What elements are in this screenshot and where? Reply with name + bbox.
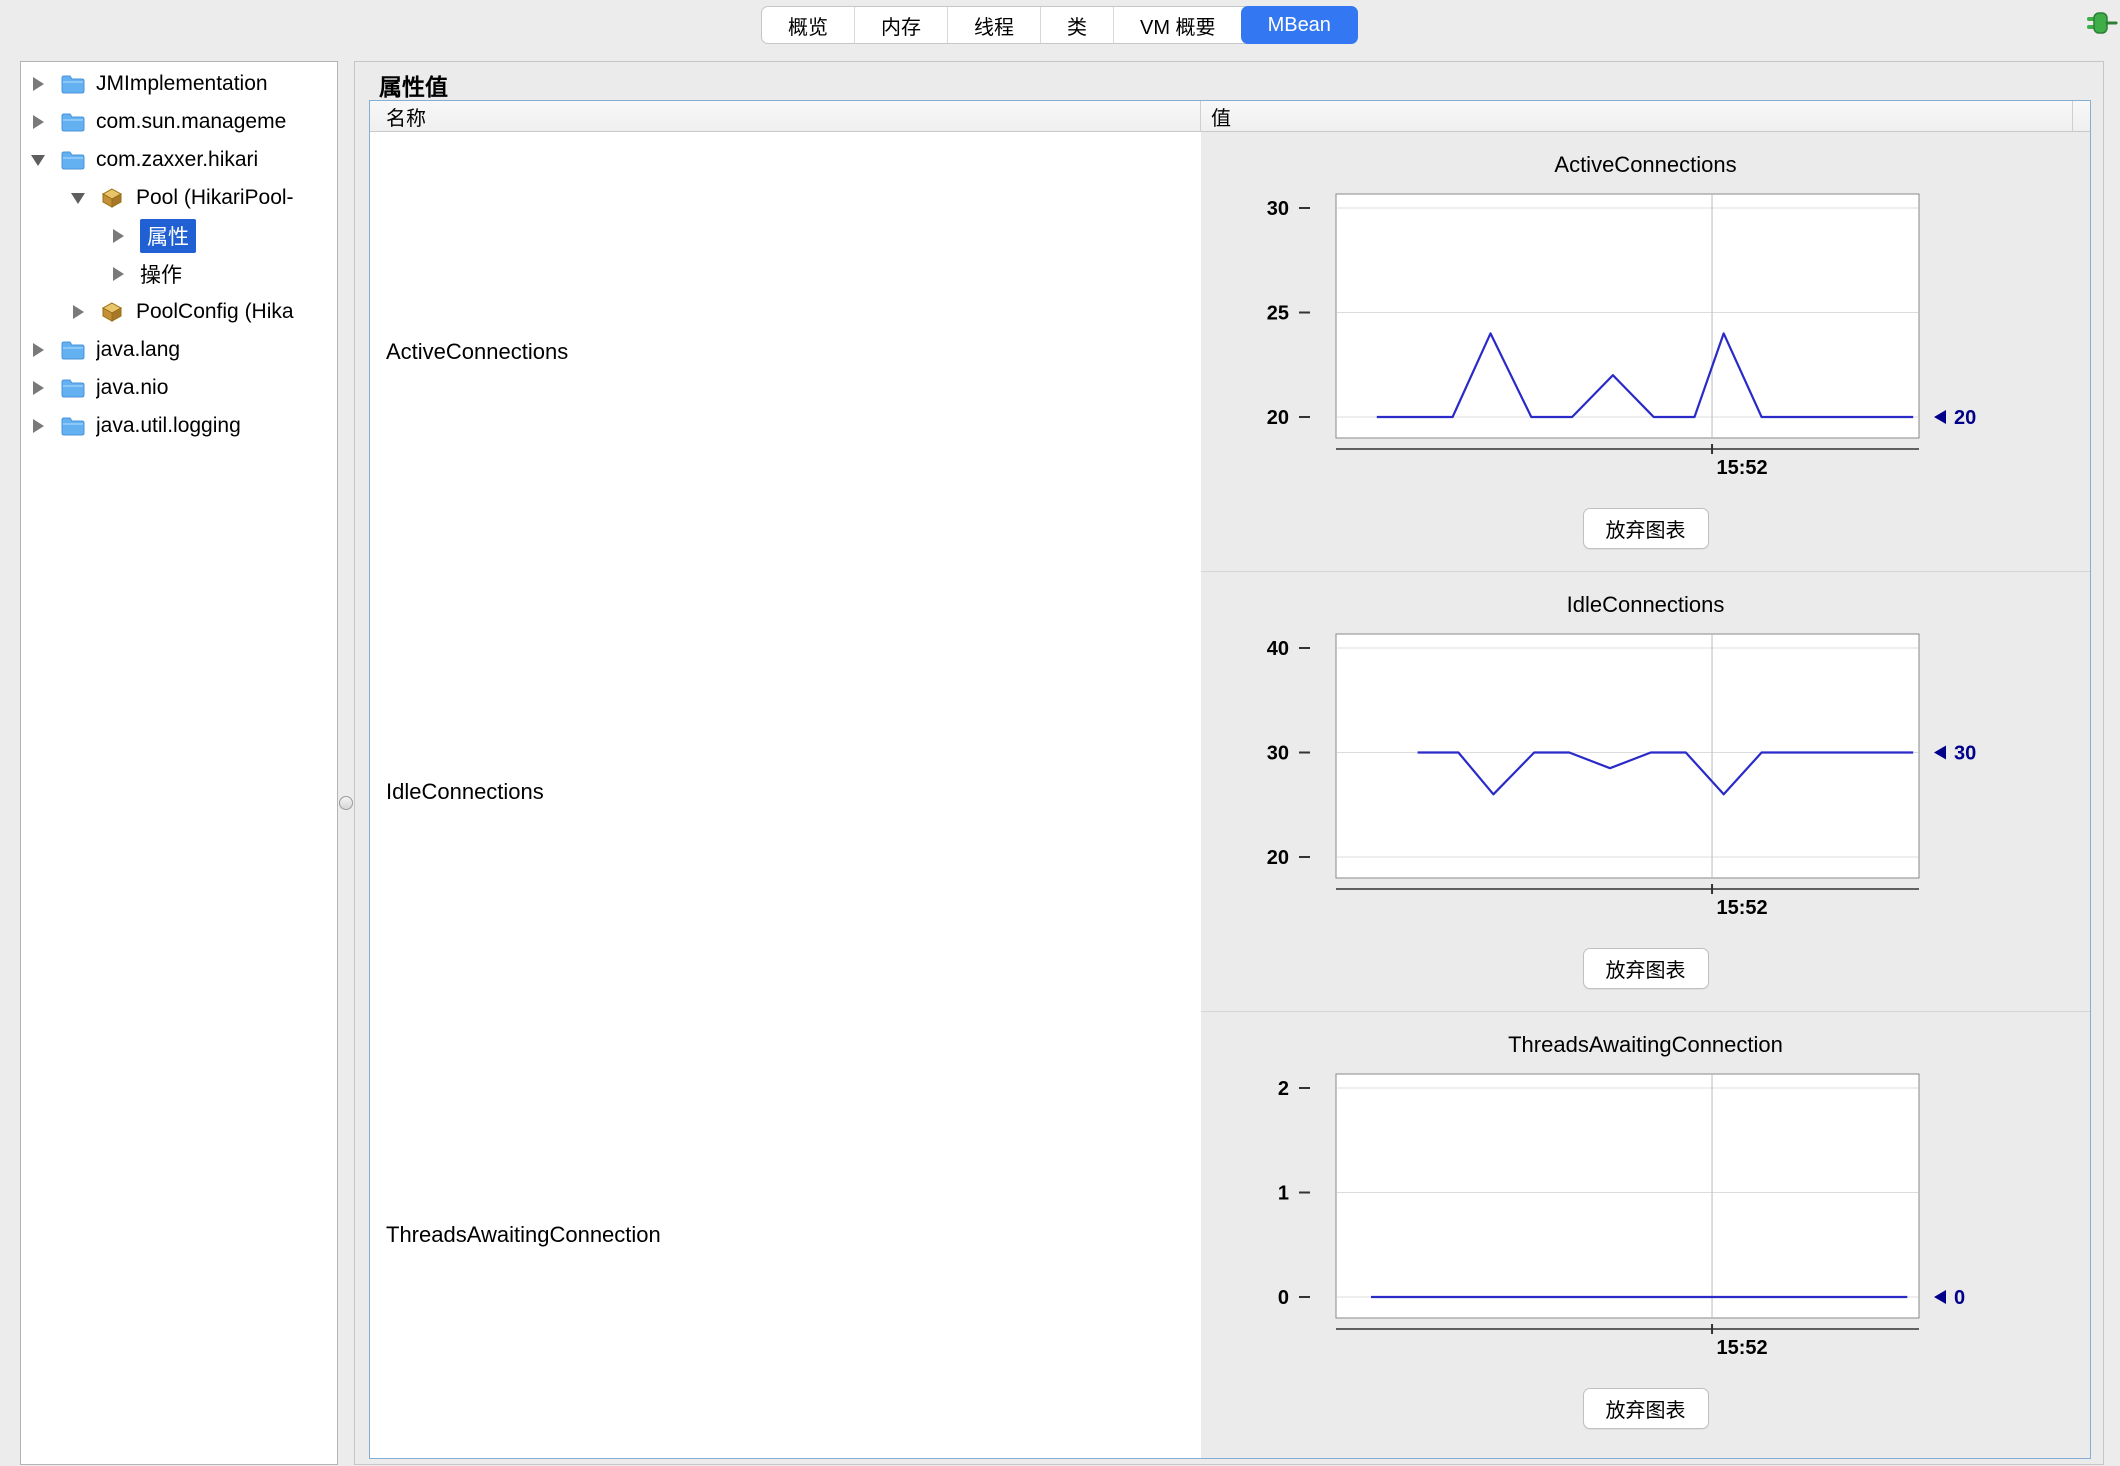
chevron-right-icon[interactable] [26, 115, 50, 129]
chevron-down-icon[interactable] [66, 193, 90, 204]
chevron-right-icon[interactable] [26, 381, 50, 395]
mbean-icon [100, 300, 127, 324]
folder-icon [60, 73, 87, 95]
tree-item-label: JMImplementation [96, 72, 268, 96]
tree-item-label: java.nio [96, 376, 168, 400]
tree-item-label: java.util.logging [96, 414, 241, 438]
tree-item-poolconfig[interactable]: PoolConfig (Hika [21, 293, 337, 331]
column-header-name: 名称 [370, 101, 1201, 131]
tab-classes[interactable]: 类 [1040, 7, 1113, 43]
chevron-down-icon[interactable] [26, 155, 50, 166]
attribute-name-cell[interactable]: IdleConnections [370, 572, 1201, 1012]
table-row-idleconnections: IdleConnections IdleConnections 40 30 20 15… [370, 572, 2090, 1012]
svg-text:2: 2 [1277, 1078, 1288, 1100]
folder-icon [60, 377, 87, 399]
discard-chart-button[interactable]: 放弃图表 [1583, 1388, 1709, 1429]
svg-text:0: 0 [1277, 1287, 1288, 1309]
connection-plug-icon [2084, 6, 2118, 40]
tree-item-label: com.sun.manageme [96, 110, 286, 134]
tree-item-label: com.zaxxer.hikari [96, 148, 258, 172]
tree-item-jmimplementation[interactable]: JMImplementation [21, 65, 337, 103]
chevron-right-icon[interactable] [106, 229, 130, 243]
svg-text:1: 1 [1277, 1183, 1288, 1205]
tab-bar: 概览 内存 线程 类 VM 概要 MBean [761, 6, 1358, 44]
svg-text:25: 25 [1266, 303, 1288, 325]
svg-text:30: 30 [1266, 198, 1288, 220]
tree-item-label: java.lang [96, 338, 180, 362]
attribute-value-cell[interactable]: ActiveConnections 30 25 20 15:52 20 放弃图表 [1201, 132, 2090, 572]
panel-title: 属性值 [379, 68, 448, 102]
tree-item-operations[interactable]: 操作 [21, 255, 337, 293]
svg-text:30: 30 [1954, 743, 1976, 765]
chart-title: ActiveConnections [1554, 148, 1736, 182]
column-header-tail [2073, 101, 2090, 131]
svg-text:30: 30 [1266, 743, 1288, 765]
mbean-tree: JMImplementation com.sun.manageme com.za… [20, 61, 338, 1465]
tab-vm-summary[interactable]: VM 概要 [1113, 7, 1242, 43]
svg-text:0: 0 [1954, 1287, 1965, 1309]
tab-mbean[interactable]: MBean [1241, 6, 1358, 44]
attribute-value-cell[interactable]: IdleConnections 40 30 20 15:52 30 放弃图表 [1201, 572, 2090, 1012]
chart-threadsawaitingconnection: 2 1 0 15:52 0 [1246, 1066, 2046, 1366]
folder-icon [60, 415, 87, 437]
discard-chart-button[interactable]: 放弃图表 [1583, 948, 1709, 989]
chevron-right-icon[interactable] [26, 77, 50, 91]
tree-item-label-selected: 属性 [140, 219, 196, 253]
tree-item-java-lang[interactable]: java.lang [21, 331, 337, 369]
chart-activeconnections: 30 25 20 15:52 20 [1246, 186, 2046, 486]
svg-text:20: 20 [1954, 407, 1976, 429]
svg-text:20: 20 [1266, 407, 1288, 429]
attribute-name-cell[interactable]: ThreadsAwaitingConnection [370, 1012, 1201, 1458]
attribute-name-cell[interactable]: ActiveConnections [370, 132, 1201, 572]
tree-item-java-nio[interactable]: java.nio [21, 369, 337, 407]
attributes-panel: 属性值 名称 值 ActiveConnections ActiveConnect… [354, 61, 2104, 1465]
table-body: ActiveConnections ActiveConnections 30 25… [370, 132, 2090, 1458]
chart-title: ThreadsAwaitingConnection [1508, 1028, 1783, 1062]
chevron-right-icon[interactable] [66, 305, 90, 319]
chevron-right-icon[interactable] [26, 419, 50, 433]
tab-memory[interactable]: 内存 [854, 7, 947, 43]
svg-text:15:52: 15:52 [1716, 457, 1767, 479]
svg-text:15:52: 15:52 [1716, 897, 1767, 919]
attribute-value-cell[interactable]: ThreadsAwaitingConnection 2 1 0 15:52 0 放弃图表 [1201, 1012, 2090, 1458]
table-row-activeconnections: ActiveConnections ActiveConnections 30 25… [370, 132, 2090, 572]
svg-text:40: 40 [1266, 638, 1288, 660]
chevron-right-icon[interactable] [106, 267, 130, 281]
attributes-table: 名称 值 ActiveConnections ActiveConnections… [369, 100, 2091, 1459]
table-row-threadsawaitingconnection: ThreadsAwaitingConnection ThreadsAwaitin… [370, 1012, 2090, 1458]
column-header-value: 值 [1201, 101, 2073, 131]
table-header: 名称 值 [370, 101, 2090, 132]
tree-item-label: 操作 [140, 259, 182, 289]
folder-icon [60, 149, 87, 171]
tree-item-com-zaxxer-hikari[interactable]: com.zaxxer.hikari [21, 141, 337, 179]
folder-icon [60, 339, 87, 361]
discard-chart-button[interactable]: 放弃图表 [1583, 508, 1709, 549]
chart-title: IdleConnections [1567, 588, 1725, 622]
folder-icon [60, 111, 87, 133]
chart-idleconnections: 40 30 20 15:52 30 [1246, 626, 2046, 926]
splitter-handle[interactable] [339, 796, 353, 810]
svg-text:20: 20 [1266, 847, 1288, 869]
tree-item-label: Pool (HikariPool- [136, 186, 294, 210]
tree-item-pool[interactable]: Pool (HikariPool- [21, 179, 337, 217]
mbean-icon [100, 186, 127, 210]
tree-item-label: PoolConfig (Hika [136, 300, 294, 324]
chevron-right-icon[interactable] [26, 343, 50, 357]
tree-item-com-sun-management[interactable]: com.sun.manageme [21, 103, 337, 141]
tree-item-java-util-logging[interactable]: java.util.logging [21, 407, 337, 445]
tree-item-attributes[interactable]: 属性 [21, 217, 337, 255]
svg-text:15:52: 15:52 [1716, 1337, 1767, 1359]
tab-threads[interactable]: 线程 [947, 7, 1040, 43]
tab-overview[interactable]: 概览 [762, 7, 854, 43]
